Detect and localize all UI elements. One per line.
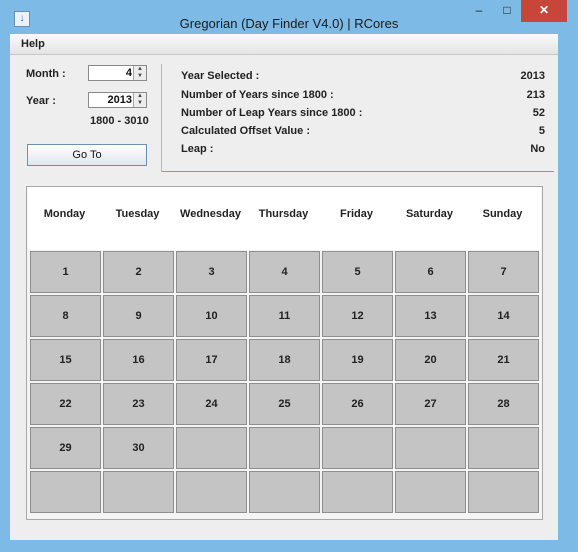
month-down-arrow-icon[interactable]: ▼ xyxy=(133,73,146,80)
day-cell[interactable]: 24 xyxy=(176,383,247,425)
vertical-separator xyxy=(161,64,162,172)
maximize-button[interactable]: □ xyxy=(494,0,520,22)
leap-years-value: 52 xyxy=(532,107,545,119)
day-cell[interactable]: 25 xyxy=(249,383,320,425)
offset-value: 5 xyxy=(538,125,545,137)
day-cell[interactable] xyxy=(176,427,247,469)
day-cell[interactable]: 19 xyxy=(322,339,393,381)
title-bar[interactable]: ↓ Gregorian (Day Finder V4.0) | RCores –… xyxy=(0,0,578,34)
leap-label: Leap : xyxy=(181,143,214,155)
day-cell[interactable]: 28 xyxy=(468,383,539,425)
day-cell[interactable] xyxy=(249,471,320,513)
weekday-header: Monday Tuesday Wednesday Thursday Friday… xyxy=(28,187,541,250)
weekday-wednesday: Wednesday xyxy=(180,208,241,220)
day-cell[interactable]: 7 xyxy=(468,251,539,293)
day-cell[interactable]: 11 xyxy=(249,295,320,337)
day-cell[interactable]: 13 xyxy=(395,295,466,337)
day-cell[interactable]: 15 xyxy=(30,339,101,381)
years-since-label: Number of Years since 1800 : xyxy=(181,89,334,101)
year-selected-label: Year Selected : xyxy=(181,70,260,82)
day-cell[interactable]: 4 xyxy=(249,251,320,293)
day-cell[interactable] xyxy=(103,471,174,513)
day-grid: 1 2 3 4 5 6 7 8 9 10 11 12 13 14 15 16 1… xyxy=(30,251,542,516)
day-cell[interactable]: 3 xyxy=(176,251,247,293)
minimize-button[interactable]: – xyxy=(466,0,492,22)
leap-value: No xyxy=(530,143,545,155)
weekday-saturday: Saturday xyxy=(405,208,454,220)
day-cell[interactable]: 10 xyxy=(176,295,247,337)
weekday-monday: Monday xyxy=(43,208,86,220)
menu-help[interactable]: Help xyxy=(21,38,45,50)
weekday-tuesday: Tuesday xyxy=(115,208,160,220)
day-cell[interactable]: 2 xyxy=(103,251,174,293)
day-cell[interactable]: 5 xyxy=(322,251,393,293)
year-down-arrow-icon[interactable]: ▼ xyxy=(133,100,146,107)
year-range-text: 1800 - 3010 xyxy=(90,115,149,127)
go-to-button[interactable]: Go To xyxy=(27,144,147,166)
day-cell[interactable]: 20 xyxy=(395,339,466,381)
day-cell[interactable] xyxy=(395,471,466,513)
leap-years-label: Number of Leap Years since 1800 : xyxy=(181,107,363,119)
app-window: ↓ Gregorian (Day Finder V4.0) | RCores –… xyxy=(0,0,578,552)
day-cell[interactable] xyxy=(395,427,466,469)
day-cell[interactable]: 30 xyxy=(103,427,174,469)
day-cell[interactable] xyxy=(30,471,101,513)
weekday-friday: Friday xyxy=(339,208,373,220)
calendar-panel: Monday Tuesday Wednesday Thursday Friday… xyxy=(26,186,543,520)
day-cell[interactable]: 12 xyxy=(322,295,393,337)
day-cell[interactable]: 16 xyxy=(103,339,174,381)
day-cell[interactable]: 1 xyxy=(30,251,101,293)
month-label: Month : xyxy=(26,68,66,80)
month-spinner[interactable]: 4 ▲ ▼ xyxy=(88,65,147,81)
day-cell[interactable]: 22 xyxy=(30,383,101,425)
client-area: Help Month : 4 ▲ ▼ Year : 2013 ▲ ▼ 1800 … xyxy=(10,34,558,540)
close-button[interactable]: ✕ xyxy=(521,0,567,22)
day-cell[interactable]: 9 xyxy=(103,295,174,337)
day-cell[interactable] xyxy=(468,427,539,469)
day-cell[interactable]: 14 xyxy=(468,295,539,337)
day-cell[interactable] xyxy=(468,471,539,513)
day-cell[interactable]: 17 xyxy=(176,339,247,381)
day-cell[interactable]: 27 xyxy=(395,383,466,425)
day-cell[interactable]: 8 xyxy=(30,295,101,337)
day-cell[interactable] xyxy=(176,471,247,513)
year-label: Year : xyxy=(26,95,56,107)
day-cell[interactable] xyxy=(322,427,393,469)
day-cell[interactable]: 6 xyxy=(395,251,466,293)
year-value[interactable]: 2013 xyxy=(108,94,132,106)
month-value[interactable]: 4 xyxy=(126,67,132,79)
day-cell[interactable] xyxy=(249,427,320,469)
menu-bar: Help xyxy=(10,34,558,55)
year-spinner[interactable]: 2013 ▲ ▼ xyxy=(88,92,147,108)
day-cell[interactable]: 21 xyxy=(468,339,539,381)
day-cell[interactable]: 26 xyxy=(322,383,393,425)
day-cell[interactable] xyxy=(322,471,393,513)
year-selected-value: 2013 xyxy=(520,70,545,82)
years-since-value: 213 xyxy=(526,89,545,101)
horizontal-separator xyxy=(162,171,554,172)
day-cell[interactable]: 23 xyxy=(103,383,174,425)
day-cell[interactable]: 29 xyxy=(30,427,101,469)
day-cell[interactable]: 18 xyxy=(249,339,320,381)
weekday-sunday: Sunday xyxy=(482,208,523,220)
weekday-thursday: Thursday xyxy=(258,208,309,220)
offset-label: Calculated Offset Value : xyxy=(181,125,310,137)
